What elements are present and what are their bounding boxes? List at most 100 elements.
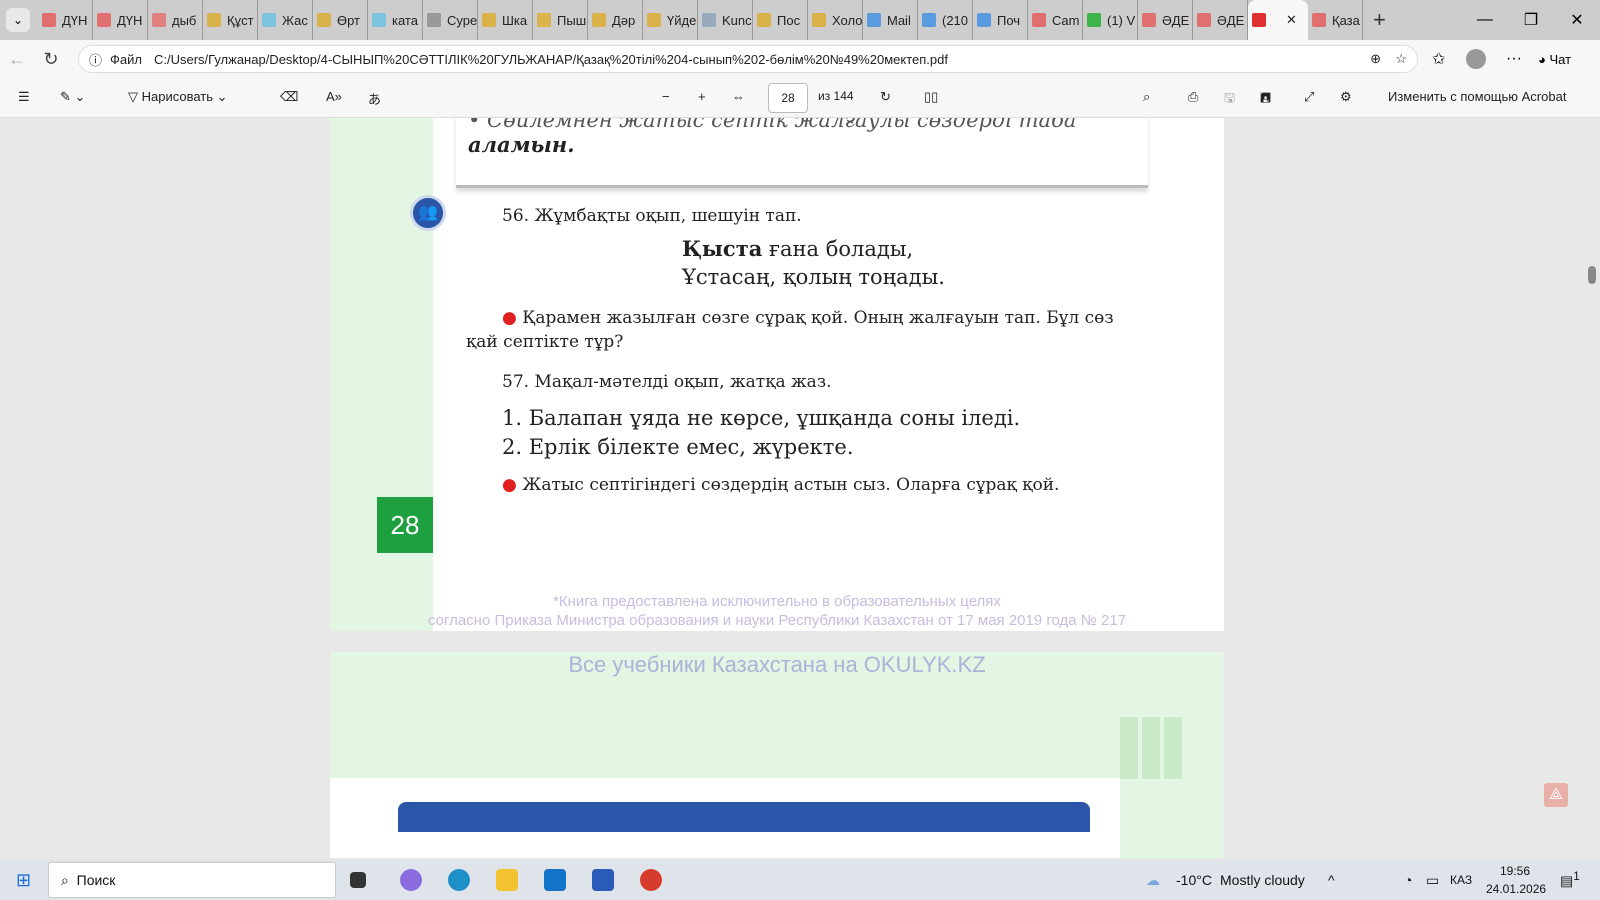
tab-title: Поч xyxy=(997,12,1021,28)
refresh-button[interactable]: ↻ xyxy=(34,49,68,70)
browser-tab[interactable]: ката xyxy=(368,0,423,40)
info-icon: ⓘ xyxy=(89,52,103,68)
weather-temp[interactable]: -10°C xyxy=(1176,872,1212,888)
browser-tab[interactable]: Холо xyxy=(808,0,863,40)
browser-tab[interactable]: Суре xyxy=(423,0,478,40)
search-icon[interactable]: ⌕ xyxy=(1143,89,1150,105)
edge-icon[interactable] xyxy=(448,869,470,891)
address-input[interactable]: ⓘ Файл C:/Users/Гулжанар/Desktop/4-СЫНЫП… xyxy=(78,45,1418,73)
browser-tab[interactable]: Пос xyxy=(753,0,808,40)
save-as-icon[interactable]: 🖪 xyxy=(1260,89,1271,111)
page-view-icon[interactable]: ▯▯ xyxy=(924,89,938,105)
acrobat-edit-button[interactable]: Изменить с помощью Acrobat xyxy=(1388,89,1566,104)
tab-actions-menu[interactable]: ⌄ xyxy=(6,8,30,32)
browser-tab[interactable]: ӘДЕ xyxy=(1193,0,1248,40)
highlight-icon[interactable]: ✎ ⌄ xyxy=(60,89,85,105)
browser-tab[interactable]: Өрт xyxy=(313,0,368,40)
page-number-box: 28 xyxy=(377,497,433,553)
browser-tab[interactable]: Cam xyxy=(1028,0,1083,40)
print-icon[interactable]: ⎙ xyxy=(1188,89,1198,105)
task-view-icon[interactable] xyxy=(350,872,366,888)
tab-title: Өрт xyxy=(337,12,361,28)
battery-icon[interactable]: ▭ xyxy=(1426,872,1439,889)
disclaimer-line-2: согласно Приказа Министра образования и … xyxy=(427,612,1127,629)
tab-title: Дәр xyxy=(612,12,636,28)
rotate-icon[interactable]: ↻ xyxy=(880,89,891,105)
page-green-margin xyxy=(330,118,433,631)
file-explorer-icon[interactable] xyxy=(496,869,518,891)
fullscreen-icon[interactable]: ⤢ xyxy=(1304,89,1314,105)
tab-title: Үйде xyxy=(667,12,697,28)
eraser-icon[interactable]: ⌫ xyxy=(280,89,298,105)
tab-favicon-icon xyxy=(1032,13,1046,27)
new-tab-button[interactable]: + xyxy=(1373,7,1386,33)
browser-tab[interactable]: Пыш xyxy=(533,0,588,40)
copilot-chat-button[interactable]: ◕ Чат xyxy=(1538,52,1571,67)
more-menu-icon[interactable]: ··· xyxy=(1506,50,1522,68)
fit-width-icon[interactable]: ⇔ xyxy=(732,89,745,104)
tab-favicon-icon xyxy=(537,13,551,27)
contents-icon[interactable]: ☰ xyxy=(18,89,30,105)
zoom-out-icon[interactable]: − xyxy=(662,89,670,104)
draw-button[interactable]: ▽ Нарисовать ⌄ xyxy=(128,89,228,105)
browser-tab[interactable]: Үйде xyxy=(643,0,698,40)
profile-avatar[interactable] xyxy=(1466,49,1486,69)
read-aloud-icon[interactable]: A» xyxy=(326,89,342,104)
weather-text[interactable]: Mostly cloudy xyxy=(1220,872,1305,888)
zoom-in-icon[interactable]: + xyxy=(698,89,706,104)
browser-tab[interactable]: Қаза xyxy=(1308,0,1363,40)
clock-time[interactable]: 19:56 xyxy=(1500,864,1530,878)
back-button[interactable]: ← xyxy=(0,49,34,70)
browser-tab[interactable]: Жас xyxy=(258,0,313,40)
translate-icon[interactable]: あ xyxy=(368,89,381,108)
restore-button[interactable]: ❐ xyxy=(1508,0,1554,40)
tab-title: Cam xyxy=(1052,12,1080,28)
close-tab-icon[interactable]: ✕ xyxy=(1286,12,1297,28)
page-number-input[interactable]: 28 xyxy=(768,83,808,113)
browser-tab[interactable]: ✕ xyxy=(1248,0,1308,40)
outlook-icon[interactable] xyxy=(544,869,566,891)
save-icon[interactable]: 🖫 xyxy=(1224,89,1235,111)
tab-favicon-icon xyxy=(97,13,111,27)
browser-tab[interactable]: (1) V xyxy=(1083,0,1138,40)
browser-tab[interactable]: Шка xyxy=(478,0,533,40)
tab-favicon-icon xyxy=(427,13,441,27)
start-button[interactable]: ⊞ xyxy=(16,870,31,891)
zoom-icon[interactable]: ⊕ xyxy=(1370,51,1381,67)
browser-tab[interactable]: Дәр xyxy=(588,0,643,40)
taskbar-search[interactable]: ⌕ Поиск xyxy=(48,862,336,898)
riddle-line-1: ғана болады, xyxy=(762,237,914,261)
browser-tab[interactable]: ДҮН xyxy=(93,0,148,40)
browser-tab[interactable]: Поч xyxy=(973,0,1028,40)
browser-tab[interactable]: Mail xyxy=(863,0,918,40)
wifi-icon[interactable]: ◔ xyxy=(1404,872,1412,888)
watermark: Все учебники Казахстана на OKULYK.KZ xyxy=(568,652,986,677)
browser-tab[interactable]: (210 xyxy=(918,0,973,40)
notifications-icon[interactable]: ▤1 xyxy=(1560,870,1580,890)
tab-title: Kunc xyxy=(722,12,752,28)
task-56-cont: қай септікте тұр? xyxy=(466,332,624,352)
copilot-icon[interactable] xyxy=(400,869,422,891)
tray-chevron-icon[interactable]: ^ xyxy=(1328,872,1335,888)
word-icon[interactable] xyxy=(592,869,614,891)
favorite-star-icon[interactable]: ☆ xyxy=(1395,51,1407,67)
browser-tab[interactable]: дыб xyxy=(148,0,203,40)
minimize-button[interactable]: — xyxy=(1462,0,1508,40)
browser-tab[interactable]: ДҮН xyxy=(38,0,93,40)
tab-title: Пос xyxy=(777,12,801,28)
proverb-1: 1. Балапан ұяда не көрсе, ұшқанда соны і… xyxy=(502,406,1021,430)
tab-favicon-icon xyxy=(1197,13,1211,27)
browser-tab[interactable]: Kunc xyxy=(698,0,753,40)
acrobat-icon[interactable]: ⟁ xyxy=(1544,783,1568,807)
settings-icon[interactable]: ⚙ xyxy=(1340,89,1352,105)
scrollbar[interactable] xyxy=(1588,128,1596,838)
tab-title: Шка xyxy=(502,12,528,28)
clock-date[interactable]: 24.01.2026 xyxy=(1486,882,1546,896)
close-window-button[interactable]: ✕ xyxy=(1554,0,1600,40)
pdf-app-icon[interactable] xyxy=(640,869,662,891)
language-indicator[interactable]: КАЗ xyxy=(1450,873,1472,887)
browser-tab[interactable]: Құст xyxy=(203,0,258,40)
favorites-icon[interactable]: ✩ xyxy=(1432,49,1445,69)
browser-tab[interactable]: ӘДЕ xyxy=(1138,0,1193,40)
riddle-bold-word: Қыста xyxy=(682,236,763,261)
